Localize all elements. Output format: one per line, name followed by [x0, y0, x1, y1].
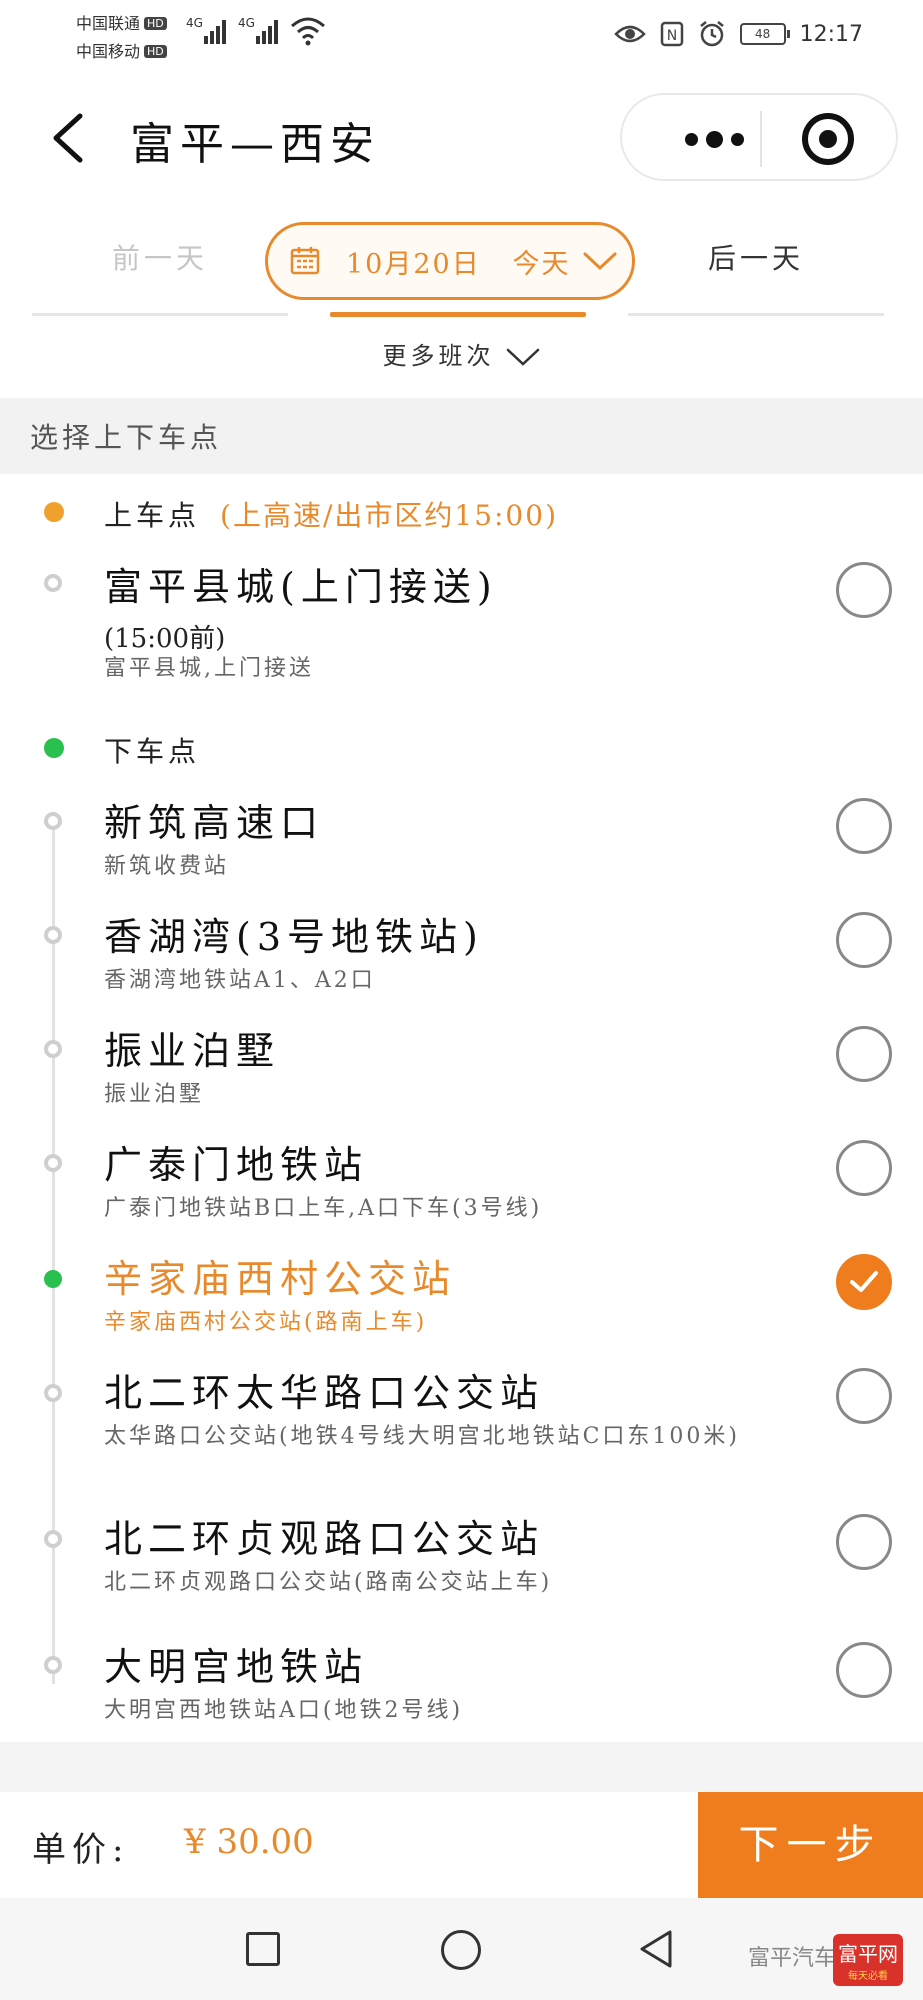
alighting-label: 下车点 [104, 735, 201, 768]
stop-dot [44, 1154, 62, 1172]
stop-subtitle: 香湖湾地铁站A1、A2口 [104, 968, 376, 993]
stop-name[interactable]: 广泰门地铁站 [104, 1134, 368, 1189]
stop-name[interactable]: 新筑高速口 [104, 792, 324, 847]
status-bar: 中国联通 HD 中国移动 HD 4G 4G N 48 12:17 [0, 0, 923, 70]
price-label: 单价: [32, 1830, 130, 1870]
clock: 12:17 [799, 21, 863, 47]
price-value: ¥ 30.00 [184, 1822, 314, 1862]
close-miniprogram-icon[interactable] [802, 113, 854, 165]
stop-list: 上车点 (上高速/出市区约15:00) 富平县城(上门接送) (15:00前) 富… [0, 474, 923, 1742]
calendar-icon [290, 247, 320, 275]
stop-subtitle: 北二环贞观路口公交站(路南公交站上车) [104, 1570, 553, 1595]
alarm-icon [699, 21, 724, 47]
chevron-down-icon [506, 348, 539, 366]
stop-dot [44, 812, 62, 830]
page-title: 富平—西安 [130, 119, 380, 170]
nfc-icon: N [660, 21, 683, 47]
stop-dot [44, 926, 62, 944]
carrier-1: 中国联通 HD [76, 10, 167, 34]
boarding-label: 上车点 (上高速/出市区约15:00) [104, 499, 558, 532]
signal-icon [256, 18, 278, 44]
stop-subtitle: 广泰门地铁站B口上车,A口下车(3号线) [104, 1196, 543, 1221]
check-icon [850, 1271, 878, 1292]
stop-radio[interactable] [836, 562, 892, 618]
stop-radio[interactable] [836, 1026, 892, 1082]
battery-icon: 48 [739, 23, 790, 45]
title-bar: 富平—西安 [0, 90, 923, 190]
stop-radio[interactable] [836, 912, 892, 968]
more-icon[interactable] [664, 121, 764, 157]
stop-subtitle: 大明宫西地铁站A口(地铁2号线) [104, 1698, 464, 1723]
signal-icon [204, 18, 226, 44]
nav-back-icon[interactable] [636, 1928, 676, 1970]
stop-radio[interactable] [836, 1140, 892, 1196]
back-icon[interactable] [44, 108, 94, 168]
stop-subtitle: 辛家庙西村公交站(路南上车) [104, 1310, 428, 1335]
section-header: 选择上下车点 [0, 398, 923, 474]
wifi-icon [291, 17, 325, 46]
stop-name[interactable]: 辛家庙西村公交站 [104, 1248, 456, 1303]
stop-radio[interactable] [836, 1368, 892, 1424]
stop-radio[interactable] [836, 1514, 892, 1570]
svg-text:N: N [666, 28, 676, 44]
stop-name[interactable]: 北二环贞观路口公交站 [104, 1508, 544, 1563]
stop-name[interactable]: 大明宫地铁站 [104, 1636, 368, 1691]
stop-name[interactable]: 香湖湾(3号地铁站) [104, 906, 484, 961]
stop-time: (15:00前) [104, 624, 226, 654]
network-type-2: 4G [238, 16, 255, 30]
stop-dot [44, 1040, 62, 1058]
stop-name[interactable]: 北二环太华路口公交站 [104, 1362, 544, 1417]
stop-radio[interactable] [836, 1642, 892, 1698]
stop-subtitle: 振业泊墅 [104, 1082, 205, 1107]
stop-dot [44, 1384, 62, 1402]
stop-dot-selected [44, 1270, 62, 1288]
eye-icon [613, 25, 646, 43]
stop-name[interactable]: 振业泊墅 [104, 1020, 280, 1075]
home-icon[interactable] [441, 1930, 481, 1970]
carrier-2: 中国移动 HD [76, 38, 167, 62]
network-type-1: 4G [186, 16, 203, 30]
stop-dot [44, 1530, 62, 1548]
next-step-button[interactable]: 下一步 [698, 1792, 923, 1898]
recent-apps-icon[interactable] [246, 1932, 280, 1966]
stop-subtitle: 富平县城,上门接送 [104, 656, 314, 681]
stop-dot [44, 1656, 62, 1674]
date-bar: 前一天 10月20日 今天 后一天 [0, 220, 923, 320]
system-nav-bar: 富平汽车站 富平网 每天必看 [0, 1898, 923, 2000]
next-day-button[interactable]: 后一天 [628, 220, 884, 316]
date-text: 10月20日 今天 [346, 249, 571, 280]
miniprogram-capsule [620, 93, 898, 181]
date-selector[interactable]: 10月20日 今天 [265, 222, 635, 300]
more-schedules-button[interactable]: 更多班次 [0, 336, 923, 371]
stop-radio[interactable] [836, 798, 892, 854]
stop-radio-checked[interactable] [836, 1254, 892, 1310]
prev-day-button[interactable]: 前一天 [32, 220, 288, 316]
stop-dot [44, 574, 62, 592]
checkout-bar: 单价: ¥ 30.00 下一步 [0, 1792, 923, 1898]
boarding-dot [44, 502, 64, 522]
watermark-badge: 富平网 每天必看 [833, 1934, 903, 1986]
chevron-down-icon [583, 252, 617, 271]
alighting-dot [44, 738, 64, 758]
stop-subtitle: 新筑收费站 [104, 854, 230, 879]
stop-name[interactable]: 富平县城(上门接送) [104, 556, 498, 611]
stop-subtitle: 太华路口公交站(地铁4号线大明宫北地铁站C口东100米) [104, 1424, 740, 1449]
